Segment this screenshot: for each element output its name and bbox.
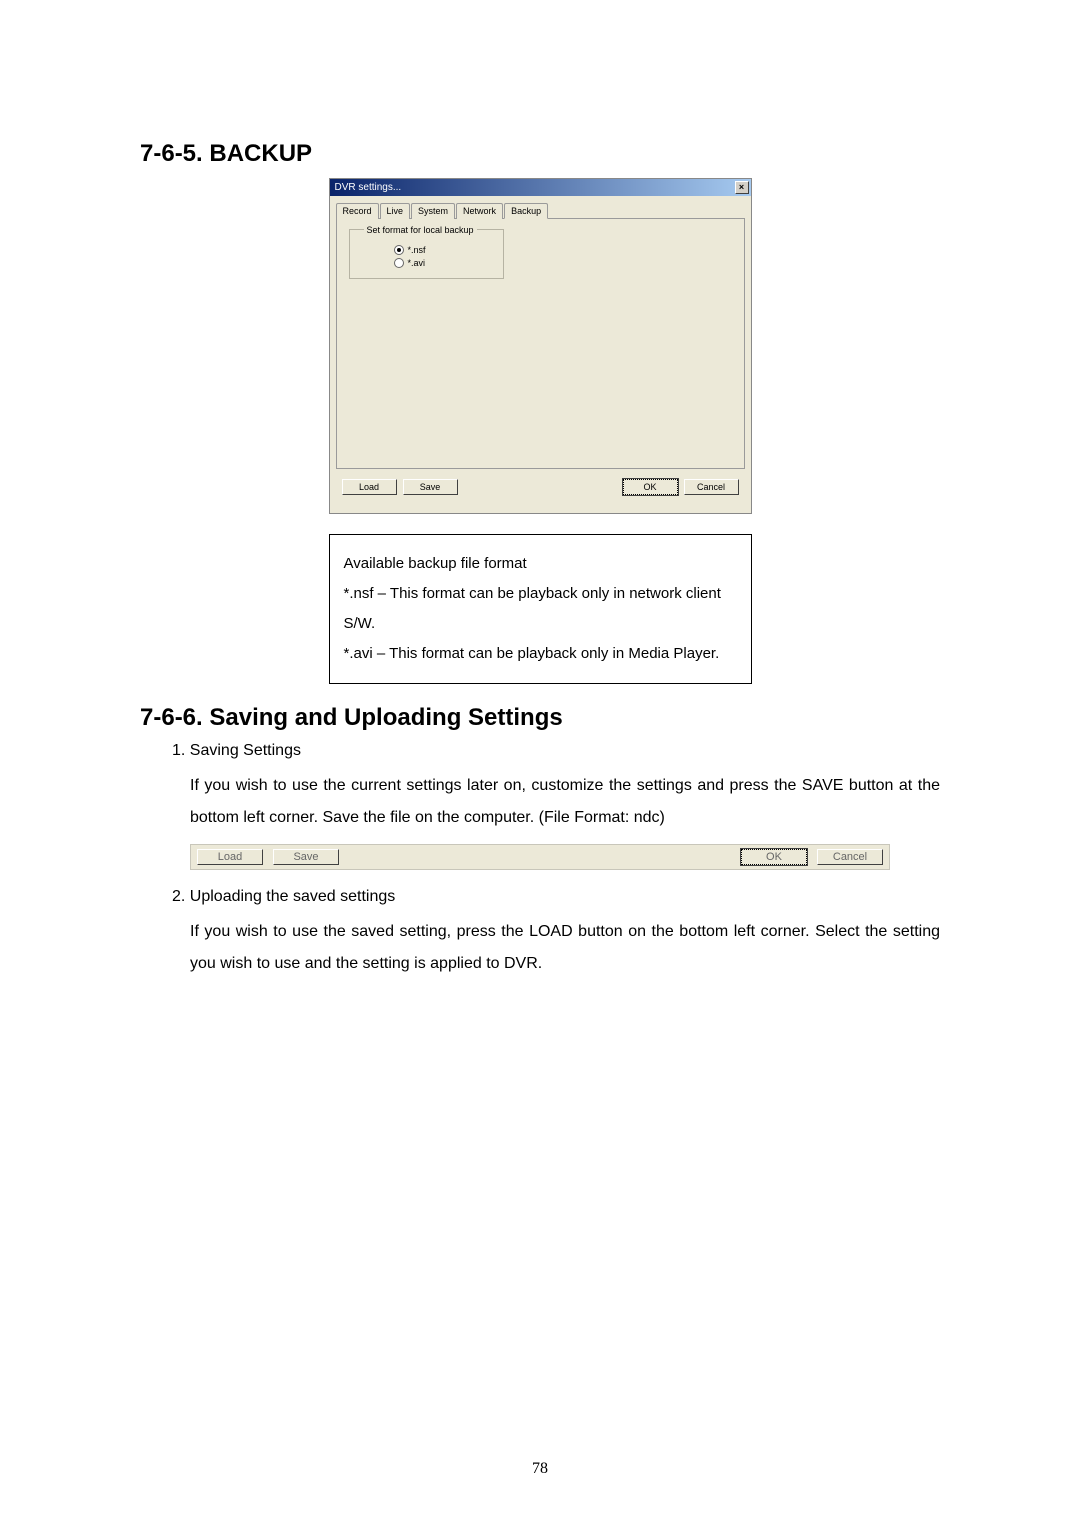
tab-system[interactable]: System [411,203,455,219]
page-number: 78 [0,1460,1080,1478]
strip-cancel-button[interactable]: Cancel [817,849,883,865]
strip-load-button[interactable]: Load [197,849,263,865]
tab-backup[interactable]: Backup [504,203,548,219]
subitem-2-title: 2. Uploading the saved settings [172,888,940,906]
close-icon[interactable]: × [735,181,749,194]
fieldset-backup-format: Set format for local backup *.nsf *.avi [349,229,504,279]
radio-option-avi[interactable]: *.avi [394,258,489,268]
dvr-tab-panel: Set format for local backup *.nsf *.avi [336,219,745,469]
dvr-tabs: Record Live System Network Backup [336,202,745,219]
backup-info-box: Available backup file format *.nsf – Thi… [329,534,752,684]
info-line1: Available backup file format [344,549,737,579]
subitem-1-text: If you wish to use the current settings … [190,770,940,834]
strip-ok-button[interactable]: OK [741,849,807,865]
subitem-2-text: If you wish to use the saved setting, pr… [190,916,940,980]
radio-label: *.avi [408,258,426,268]
ok-button[interactable]: OK [623,479,678,495]
radio-option-nsf[interactable]: *.nsf [394,245,489,255]
radio-icon [394,245,404,255]
info-line2: *.nsf – This format can be playback only… [344,579,737,639]
fieldset-label: Set format for local backup [364,225,477,235]
section-heading-backup: 7-6-5. BACKUP [140,140,940,168]
button-strip: Load Save OK Cancel [190,844,890,870]
dvr-title: DVR settings... [335,182,402,193]
cancel-button[interactable]: Cancel [684,479,739,495]
dvr-titlebar: DVR settings... × [330,179,751,196]
save-button[interactable]: Save [403,479,458,495]
strip-save-button[interactable]: Save [273,849,339,865]
tab-network[interactable]: Network [456,203,503,219]
subitem-1-title: 1. Saving Settings [172,742,940,760]
dvr-footer: Load Save OK Cancel [336,469,745,505]
tab-live[interactable]: Live [380,203,411,219]
radio-icon [394,258,404,268]
radio-label: *.nsf [408,245,426,255]
tab-record[interactable]: Record [336,203,379,219]
load-button[interactable]: Load [342,479,397,495]
section-heading-saving: 7-6-6. Saving and Uploading Settings [140,704,940,732]
dvr-settings-dialog: DVR settings... × Record Live System Net… [329,178,752,514]
info-line3: *.avi – This format can be playback only… [344,639,737,669]
